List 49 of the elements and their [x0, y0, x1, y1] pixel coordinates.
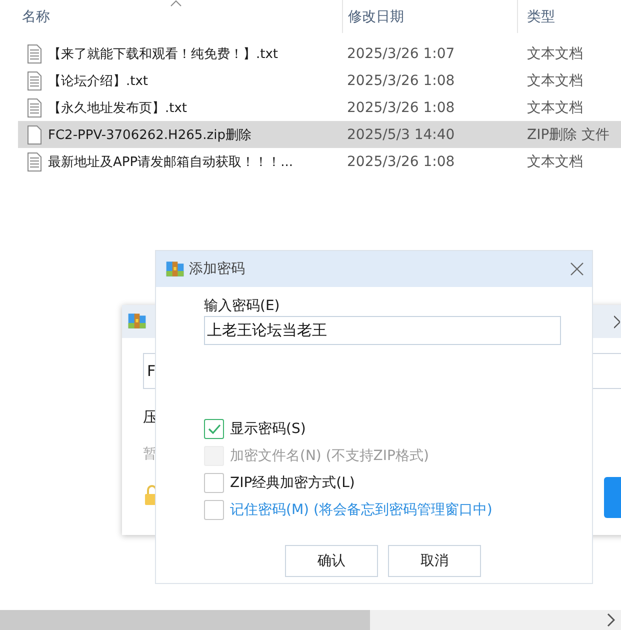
- text-file-icon: [27, 44, 42, 64]
- dialog-button[interactable]: 取消: [388, 545, 481, 577]
- text-file-icon: [27, 152, 42, 172]
- file-type: 文本文档: [527, 152, 583, 170]
- file-name: 最新地址及APP请发邮箱自动获取！！！...: [48, 154, 293, 170]
- password-field[interactable]: 上老王论坛当老王: [204, 316, 561, 345]
- modified-date: 2025/3/26 1:08: [346, 100, 456, 116]
- modified-date: 2025/3/26 1:08: [346, 72, 456, 88]
- file-type: 文本文档: [527, 44, 583, 62]
- file-icon: [27, 124, 42, 144]
- file-row[interactable]: 【永久地址发布页】.txt 2025/3/26 1:08 文本文档: [18, 94, 621, 121]
- option-label: 记住密码(M) (将会备忘到密码管理窗口中): [230, 501, 492, 519]
- file-row[interactable]: FC2-PPV-3706262.H265.zip删除 2025/5/3 14:40 ZIP删除 文件: [18, 121, 621, 148]
- file-row[interactable]: 【论坛介绍】.txt 2025/3/26 1:08 文本文档: [18, 67, 621, 94]
- column-header[interactable]: 名称: [0, 0, 342, 33]
- modified-date: 2025/3/26 1:08: [346, 154, 456, 170]
- file-name: 【来了就能下载和观看！纯免费！】.txt: [48, 46, 278, 62]
- text-file-icon: [27, 98, 42, 118]
- close-icon[interactable]: [614, 315, 620, 329]
- dialog-button[interactable]: 确认: [285, 545, 378, 577]
- file-row[interactable]: 【来了就能下载和观看！纯免费！】.txt 2025/3/26 1:07 文本文档: [18, 40, 621, 67]
- dialog-title: 添加密码: [189, 260, 245, 278]
- scrollbar-thumb[interactable]: [0, 610, 370, 630]
- file-name: 【永久地址发布页】.txt: [48, 100, 188, 116]
- close-icon[interactable]: [570, 262, 584, 276]
- file-name: 【论坛介绍】.txt: [48, 72, 148, 90]
- checkbox[interactable]: [204, 500, 224, 520]
- file-name: FC2-PPV-3706262.H265.zip删除: [48, 126, 252, 144]
- check-icon: [206, 422, 222, 436]
- option-label: ZIP经典加密方式(L): [230, 474, 355, 492]
- file-type: 文本文档: [527, 72, 583, 90]
- modified-date: 2025/5/3 14:40: [346, 126, 456, 142]
- hint-text: 暂: [143, 445, 157, 463]
- checkbox[interactable]: [204, 473, 224, 493]
- text-file-icon: [27, 70, 42, 90]
- option-label: 加密文件名(N) (不支持ZIP格式): [230, 447, 429, 465]
- checkbox[interactable]: [204, 419, 224, 439]
- column-header[interactable]: 类型: [517, 0, 621, 33]
- option-label: 显示密码(S): [230, 420, 306, 438]
- column-header[interactable]: 修改日期: [342, 0, 517, 33]
- file-row[interactable]: 最新地址及APP请发邮箱自动获取！！！... 2025/3/26 1:08 文本文档: [18, 148, 621, 175]
- file-type: ZIP删除 文件: [527, 126, 610, 144]
- scroll-right-icon[interactable]: [607, 613, 615, 627]
- archive-icon: [127, 311, 147, 331]
- file-type: 文本文档: [527, 98, 583, 116]
- modified-date: 2025/3/26 1:07: [346, 46, 456, 62]
- horizontal-scrollbar[interactable]: [0, 610, 621, 630]
- archive-icon: [165, 259, 185, 279]
- field-label: 输入密码(E): [204, 297, 281, 315]
